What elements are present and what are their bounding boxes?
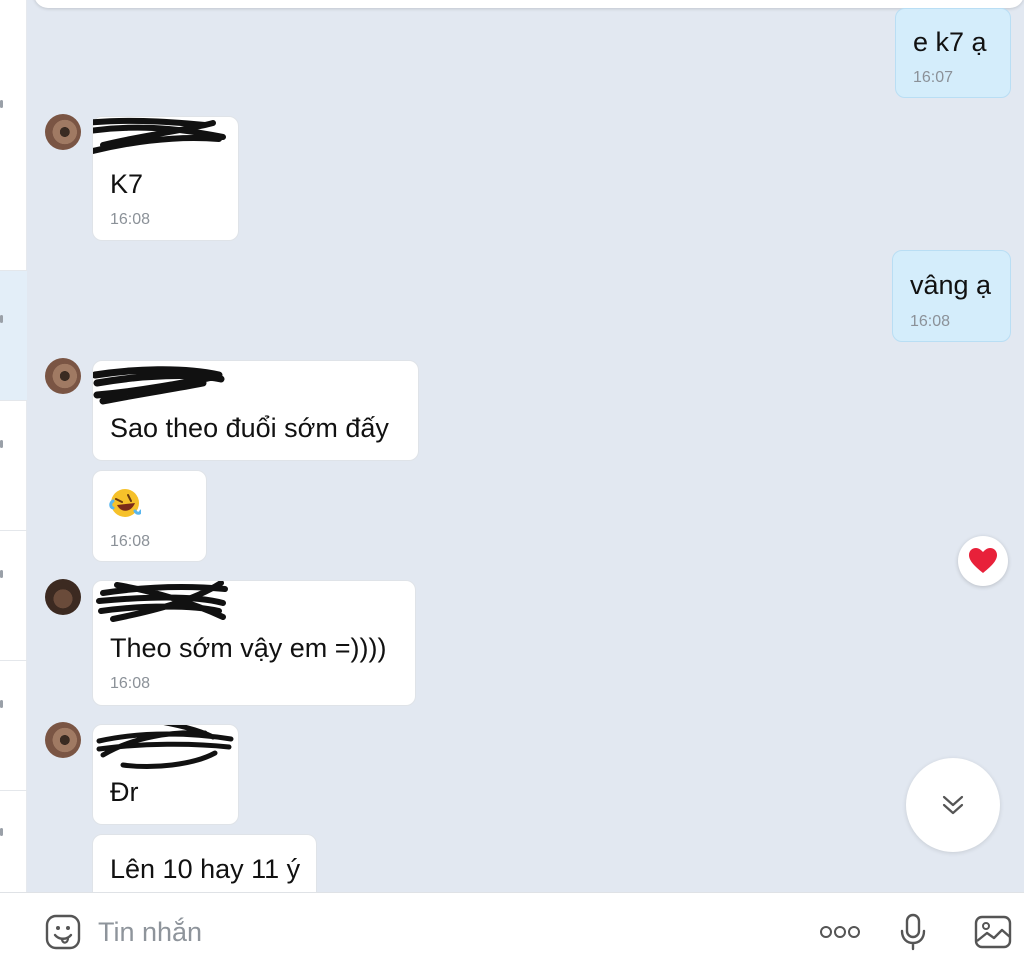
message-text: e k7 ạ	[913, 27, 987, 57]
outgoing-message[interactable]: vâng ạ 16:08	[892, 250, 1011, 342]
message-time: 16:07	[913, 69, 954, 86]
truncated-glyph	[0, 100, 3, 108]
more-icon	[820, 926, 860, 938]
microphone-icon	[900, 913, 926, 951]
avatar[interactable]	[45, 579, 81, 615]
redacted-sender-name	[93, 117, 226, 155]
message-text: Sao theo đuổi sớm đấy	[110, 413, 389, 443]
message-time: 16:08	[110, 675, 151, 692]
message-list[interactable]: e k7 ạ 16:07 K7 16:08 vâng ạ 16:08 Sao t…	[27, 0, 1024, 892]
more-button[interactable]	[818, 919, 862, 945]
message-text: Lên 10 hay 11 ý	[110, 854, 301, 884]
message-time: 16:08	[110, 211, 151, 228]
incoming-message[interactable]: Lên 10 hay 11 ý	[92, 834, 317, 892]
message-time: 16:08	[110, 533, 151, 550]
divider	[0, 530, 27, 531]
message-text: Đr	[110, 777, 139, 807]
incoming-message[interactable]: Sao theo đuổi sớm đấy	[92, 360, 419, 461]
incoming-message[interactable]: Đr	[92, 724, 239, 825]
rolling-laughing-emoji-icon	[109, 489, 141, 517]
incoming-message[interactable]: Theo sớm vậy em =)))) 16:08	[92, 580, 416, 706]
truncated-glyph	[0, 440, 3, 448]
divider	[0, 790, 27, 791]
emoji-icon	[45, 914, 81, 950]
truncated-glyph	[0, 315, 3, 323]
microphone-button[interactable]	[896, 911, 930, 953]
avatar[interactable]	[45, 114, 81, 150]
scroll-to-bottom-button[interactable]	[906, 758, 1000, 852]
heart-reaction-button[interactable]	[958, 536, 1008, 586]
message-text: K7	[110, 169, 144, 199]
emoji-button[interactable]	[44, 913, 82, 951]
conversation-list-edge	[0, 0, 27, 892]
redacted-sender-name	[93, 366, 225, 405]
image-icon	[974, 915, 1012, 949]
outgoing-message[interactable]: e k7 ạ 16:07	[895, 8, 1011, 98]
divider	[0, 270, 27, 271]
image-button[interactable]	[972, 913, 1014, 951]
heart-icon	[969, 548, 997, 573]
divider	[0, 400, 27, 401]
redacted-sender-name	[96, 725, 234, 769]
message-time: 16:08	[910, 313, 951, 330]
double-chevron-down-icon	[942, 795, 964, 815]
message-input[interactable]	[98, 913, 778, 951]
incoming-message[interactable]: K7 16:08	[92, 116, 239, 241]
message-composer	[0, 892, 1024, 970]
truncated-glyph	[0, 700, 3, 708]
divider	[0, 660, 27, 661]
truncated-glyph	[0, 828, 3, 836]
avatar[interactable]	[45, 358, 81, 394]
message-text: vâng ạ	[910, 270, 992, 300]
avatar[interactable]	[45, 722, 81, 758]
truncated-glyph	[0, 570, 3, 578]
redacted-sender-name	[96, 581, 228, 622]
selected-conversation-highlight	[0, 270, 27, 400]
message-text: Theo sớm vậy em =))))	[110, 633, 387, 663]
incoming-message[interactable]: 16:08	[92, 470, 207, 562]
